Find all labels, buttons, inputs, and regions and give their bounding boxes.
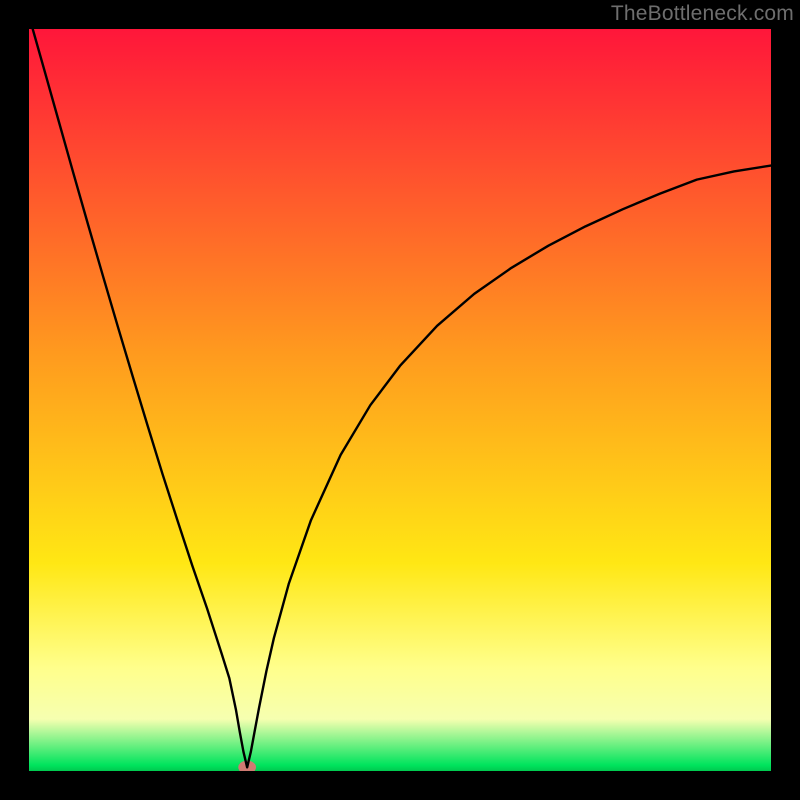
watermark-text: TheBottleneck.com bbox=[611, 2, 794, 26]
chart-frame: TheBottleneck.com bbox=[0, 0, 800, 800]
bottleneck-chart bbox=[29, 29, 771, 771]
plot-area bbox=[29, 29, 771, 771]
